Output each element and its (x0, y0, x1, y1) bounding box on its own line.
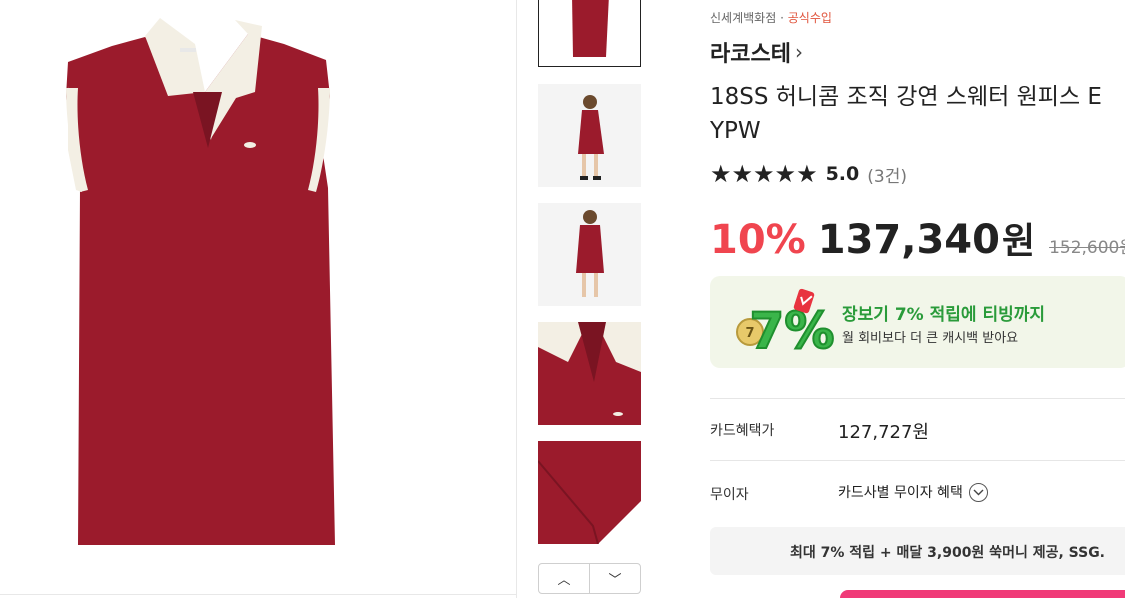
thumbnail-up-button[interactable]: ︿ (539, 564, 589, 593)
installment-label: 무이자 (710, 487, 749, 503)
divider (710, 460, 1125, 461)
promo-subtitle: 월 회비보다 더 큰 캐시백 받아요 (842, 331, 1019, 346)
image-bottom-divider (0, 594, 516, 595)
rating-summary[interactable]: ★★★★★ 5.0 (3건) (710, 160, 907, 188)
chevron-down-circle-icon (968, 482, 988, 502)
installment-value: 카드사별 무이자 혜택 (838, 485, 963, 501)
benefit-banner-text: 최대 7% 적립 + 매달 3,900원 쑥머니 제공, SSG. (790, 545, 1105, 561)
brand-link[interactable]: 라코스테 › (710, 36, 803, 68)
vertical-divider (516, 0, 517, 598)
price-row: 10% 137,340 원 152,600원 (710, 212, 1125, 264)
card-benefit-label: 카드혜택가 (710, 423, 775, 439)
product-title-line-2: YPW (710, 118, 761, 144)
thumbnail-3[interactable] (538, 203, 641, 306)
membership-promo-banner[interactable]: 7 7% 장보기 7% 적립에 티빙까지 월 회비보다 더 큰 캐시백 받아요 (710, 276, 1125, 368)
chevron-down-icon: ﹀ (608, 573, 622, 588)
installment-info-button[interactable]: 카드사별 무이자 혜택 (838, 482, 988, 502)
brand-name: 라코스테 (710, 42, 791, 67)
store-line: 신세계백화점 · 공식수입 (710, 9, 832, 26)
thumbnail-down-button[interactable]: ﹀ (589, 564, 640, 593)
original-price: 152,600원 (1049, 238, 1125, 258)
thumbnail-5[interactable] (538, 441, 641, 544)
chevron-up-icon: ︿ (557, 573, 571, 588)
divider (710, 398, 1125, 399)
separator: · (780, 11, 784, 25)
chevron-right-icon: › (794, 40, 803, 64)
product-title-line-1: 18SS 허니콤 조직 강연 스웨터 원피스 E (710, 84, 1102, 110)
product-title: 18SS 허니콤 조직 강연 스웨터 원피스 E YPW (710, 80, 1125, 148)
official-import-badge: 공식수입 (787, 11, 832, 25)
rating-score: 5.0 (825, 163, 860, 185)
cashback-7-percent-icon: 7 7% (736, 288, 834, 358)
thumbnail-navigation: ︿ ﹀ (538, 563, 641, 594)
thumbnail-1[interactable] (538, 0, 641, 67)
store-link[interactable]: 신세계백화점 (710, 11, 776, 25)
star-rating-icon: ★★★★★ (710, 160, 818, 188)
main-product-image (0, 0, 516, 598)
thumbnail-2[interactable] (538, 84, 641, 187)
promo-title: 장보기 7% 적립에 티빙까지 (842, 305, 1046, 325)
card-benefit-price: 127,727원 (838, 422, 929, 443)
sale-price: 137,340 (817, 217, 1000, 263)
discount-rate: 10% (710, 217, 806, 263)
benefit-banner[interactable]: 최대 7% 적립 + 매달 3,900원 쑥머니 제공, SSG. (710, 527, 1125, 575)
svg-text:7%: 7% (750, 302, 834, 358)
buy-button-edge[interactable] (840, 590, 1125, 598)
review-count: (3건) (867, 166, 907, 187)
currency-unit: 원 (1001, 221, 1036, 262)
thumbnail-4[interactable] (538, 322, 641, 425)
